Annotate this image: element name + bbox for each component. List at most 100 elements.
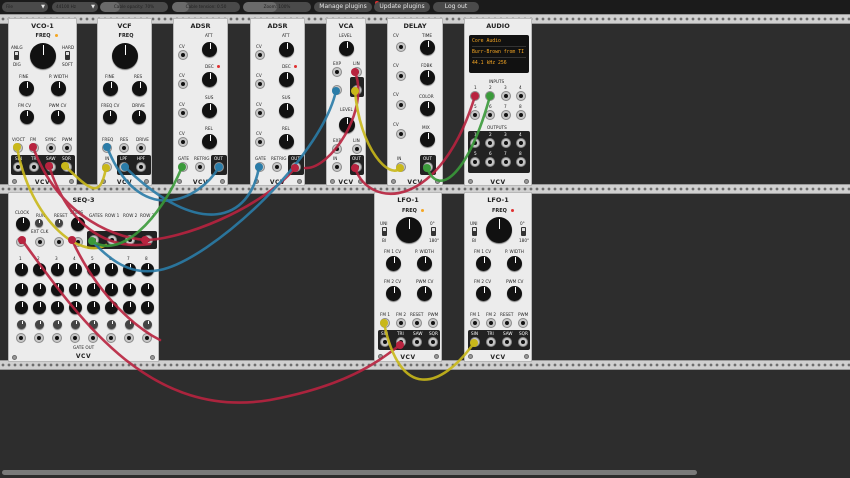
run-input-jack[interactable] xyxy=(35,237,45,247)
audio-input-jack-4[interactable] xyxy=(516,91,526,101)
tri-output-jack[interactable] xyxy=(486,337,496,347)
gate-toggle-button[interactable] xyxy=(35,320,44,329)
reset-button[interactable] xyxy=(55,219,63,227)
decay-knob[interactable] xyxy=(279,72,294,87)
fm1-cv-knob[interactable] xyxy=(476,256,491,271)
step-row1-knob[interactable] xyxy=(105,263,118,276)
step-row1-knob[interactable] xyxy=(69,263,82,276)
audio-device-display[interactable]: Core Audio Burr-Brown from TI 44.1 kHz 2… xyxy=(469,35,529,73)
log-out-button[interactable]: Log out xyxy=(433,2,479,12)
hard-soft-switch[interactable] xyxy=(65,51,70,60)
file-menu[interactable]: File ▼ xyxy=(2,2,48,12)
step-row2-knob[interactable] xyxy=(15,283,28,296)
vca-output-jack[interactable] xyxy=(352,162,362,172)
step-row1-knob[interactable] xyxy=(51,263,64,276)
time-knob[interactable] xyxy=(420,40,435,55)
freq-knob[interactable] xyxy=(486,217,512,243)
vca-input-jack[interactable] xyxy=(332,162,342,172)
gate-output-jack[interactable] xyxy=(16,333,26,343)
fm-cv-knob[interactable] xyxy=(20,110,34,124)
gate-input-jack[interactable] xyxy=(255,162,265,172)
pwm-input-jack[interactable] xyxy=(428,318,438,328)
sample-rate-select[interactable]: 44100 Hz ▼ xyxy=(52,2,98,12)
step-row2-knob[interactable] xyxy=(105,283,118,296)
exp-cv-jack[interactable] xyxy=(332,85,342,95)
cable-tension-slider[interactable]: Cable tension: 0.50 xyxy=(172,2,240,12)
pwm-cv-knob[interactable] xyxy=(507,286,522,301)
steps-input-jack[interactable] xyxy=(73,237,83,247)
audio-input-jack[interactable] xyxy=(102,162,112,172)
gate-output-jack[interactable] xyxy=(142,333,152,343)
freq-knob[interactable] xyxy=(112,43,138,69)
saw-output-jack[interactable] xyxy=(46,162,56,172)
lin-cv-jack[interactable] xyxy=(352,144,362,154)
res-input-jack[interactable] xyxy=(119,143,129,153)
audio-input-jack-7[interactable] xyxy=(501,110,511,120)
attack-knob[interactable] xyxy=(279,42,294,57)
gate-toggle-button[interactable] xyxy=(71,320,80,329)
audio-output-jack-3[interactable] xyxy=(501,138,511,148)
fm-input-jack[interactable] xyxy=(29,143,39,153)
delay-output-jack[interactable] xyxy=(423,162,433,172)
color-knob[interactable] xyxy=(420,101,435,116)
hpf-output-jack[interactable] xyxy=(136,162,146,172)
gate-output-jack[interactable] xyxy=(34,333,44,343)
gate-toggle-button[interactable] xyxy=(89,320,98,329)
audio-settings-text[interactable]: 44.1 kHz 256 xyxy=(472,59,526,68)
color-cv-jack[interactable] xyxy=(396,100,406,110)
anlg-dig-switch[interactable] xyxy=(14,51,19,60)
reset-input-jack[interactable] xyxy=(502,318,512,328)
audio-device-text[interactable]: Burr-Brown from TI xyxy=(472,48,526,58)
att-cv-jack[interactable] xyxy=(255,50,265,60)
gate-toggle-button[interactable] xyxy=(143,320,152,329)
step-row1-knob[interactable] xyxy=(123,263,136,276)
uni-bi-switch[interactable] xyxy=(472,227,477,236)
gate-toggle-button[interactable] xyxy=(107,320,116,329)
sus-cv-jack[interactable] xyxy=(178,108,188,118)
fm2-input-jack[interactable] xyxy=(486,318,496,328)
lpf-output-jack[interactable] xyxy=(119,162,129,172)
sin-output-jack[interactable] xyxy=(470,337,480,347)
dec-cv-jack[interactable] xyxy=(255,79,265,89)
sustain-knob[interactable] xyxy=(279,103,294,118)
sin-output-jack[interactable] xyxy=(13,162,23,172)
cable-opacity-slider[interactable]: Cable opacity: 70% xyxy=(100,2,168,12)
voct-input-jack[interactable] xyxy=(13,143,23,153)
audio-output-jack-7[interactable] xyxy=(501,157,511,167)
exp-cv-jack[interactable] xyxy=(332,144,342,154)
step-row1-knob[interactable] xyxy=(15,263,28,276)
decay-knob[interactable] xyxy=(202,72,217,87)
sqr-output-jack[interactable] xyxy=(428,337,438,347)
audio-input-jack-5[interactable] xyxy=(470,110,480,120)
freq-input-jack[interactable] xyxy=(102,143,112,153)
step-row3-knob[interactable] xyxy=(123,301,136,314)
retrig-input-jack[interactable] xyxy=(195,162,205,172)
fdbk-cv-jack[interactable] xyxy=(396,71,406,81)
vca-output-jack[interactable] xyxy=(352,85,362,95)
row2-output-jack[interactable] xyxy=(125,235,135,245)
step-row3-knob[interactable] xyxy=(69,301,82,314)
pwidth-knob[interactable] xyxy=(51,81,66,96)
audio-output-jack-2[interactable] xyxy=(485,138,495,148)
pwm-input-jack[interactable] xyxy=(518,318,528,328)
gate-output-jack[interactable] xyxy=(70,333,80,343)
audio-input-jack-1[interactable] xyxy=(470,91,480,101)
fm2-cv-knob[interactable] xyxy=(476,286,491,301)
rel-cv-jack[interactable] xyxy=(178,137,188,147)
audio-output-jack-5[interactable] xyxy=(470,157,480,167)
step-row1-knob[interactable] xyxy=(141,263,154,276)
step-row3-knob[interactable] xyxy=(141,301,154,314)
time-cv-jack[interactable] xyxy=(396,42,406,52)
phase-switch[interactable] xyxy=(521,227,526,236)
env-output-jack[interactable] xyxy=(214,162,224,172)
gates-output-jack[interactable] xyxy=(89,235,99,245)
rel-cv-jack[interactable] xyxy=(255,137,265,147)
pwm-input-jack[interactable] xyxy=(62,143,72,153)
gate-toggle-button[interactable] xyxy=(53,320,62,329)
mix-knob[interactable] xyxy=(420,132,435,147)
sin-output-jack[interactable] xyxy=(380,337,390,347)
env-output-jack[interactable] xyxy=(291,162,301,172)
gate-input-jack[interactable] xyxy=(178,162,188,172)
gate-output-jack[interactable] xyxy=(124,333,134,343)
reset-input-jack[interactable] xyxy=(54,237,64,247)
